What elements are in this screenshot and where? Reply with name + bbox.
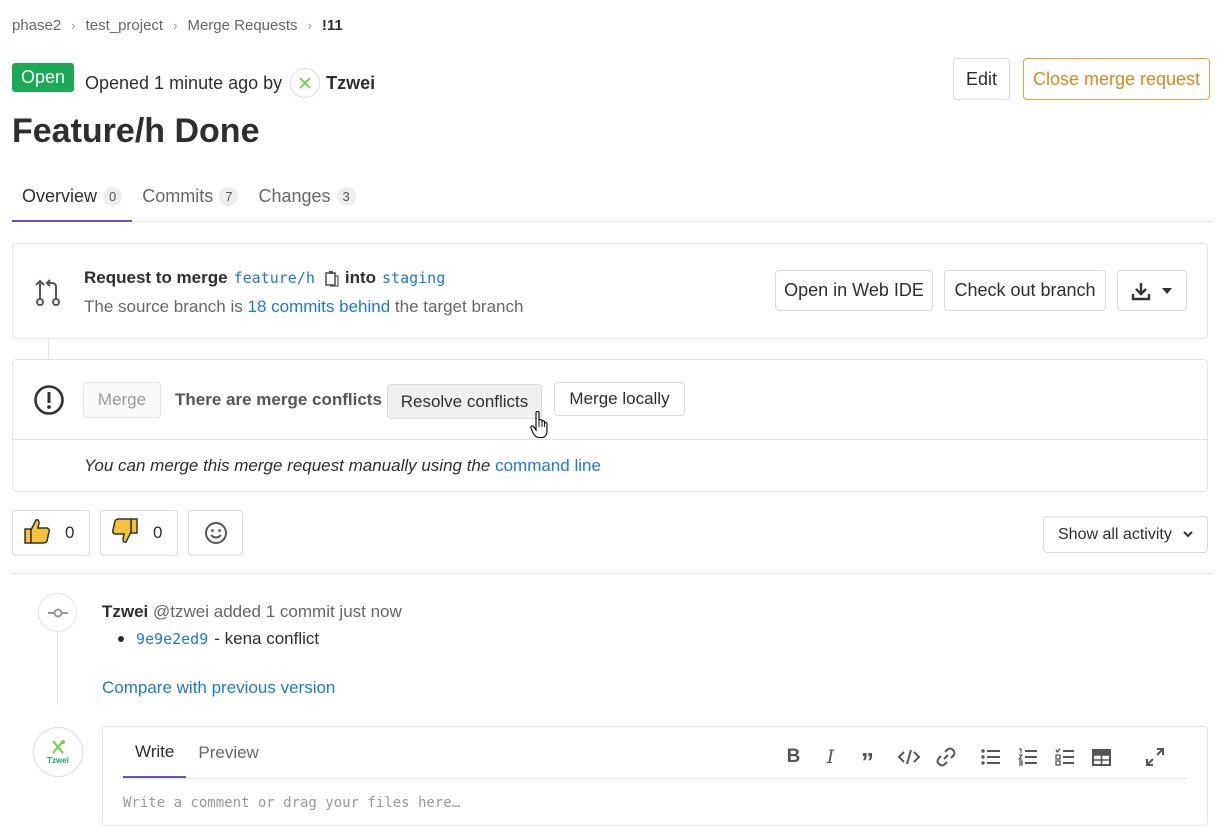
- tab-overview[interactable]: Overview 0: [12, 172, 133, 222]
- source-branch[interactable]: feature/h: [234, 269, 315, 287]
- command-line-link[interactable]: command line: [495, 456, 601, 475]
- breadcrumb-item-group[interactable]: phase2: [12, 17, 61, 34]
- chevron-down-icon: [1183, 531, 1193, 538]
- chevron-right-icon: ›: [307, 18, 312, 33]
- merge-request-icon: [35, 279, 60, 306]
- merge-request-page: phase2 › test_project › Merge Requests ›…: [0, 0, 1224, 826]
- numbered-list-icon[interactable]: [1009, 744, 1046, 770]
- avatar[interactable]: Tzwei: [33, 727, 83, 777]
- activity-filter-label: Show all activity: [1058, 525, 1172, 543]
- behind-line: The source branch is 18 commits behind t…: [84, 297, 523, 317]
- table-icon[interactable]: [1083, 744, 1120, 770]
- formatting-toolbar: B I ”: [775, 744, 1173, 775]
- status-badge: Open: [12, 63, 75, 92]
- list-item: 9e9e2ed9 - kena conflict: [118, 629, 319, 649]
- thumbs-up-award[interactable]: 0: [12, 510, 90, 556]
- mr-tabs: Overview 0 Commits 7 Changes 3: [12, 172, 1212, 222]
- resolve-conflicts-button[interactable]: Resolve conflicts: [387, 384, 542, 419]
- check-out-branch-button[interactable]: Check out branch: [944, 270, 1106, 311]
- tzwei-logo-icon: [299, 77, 311, 89]
- breadcrumb: phase2 › test_project › Merge Requests ›…: [12, 17, 343, 34]
- tab-label: Overview: [22, 185, 98, 206]
- page-title: Feature/h Done: [12, 112, 260, 150]
- tab-preview[interactable]: Preview: [186, 727, 270, 778]
- italic-icon[interactable]: I: [812, 744, 849, 770]
- code-icon[interactable]: [890, 744, 927, 770]
- open-web-ide-button[interactable]: Open in Web IDE: [775, 270, 933, 311]
- manual-merge-line: You can merge this merge request manuall…: [84, 456, 601, 476]
- breadcrumb-item-current[interactable]: !11: [322, 17, 343, 34]
- download-icon: [1131, 282, 1151, 300]
- compare-previous-version-link[interactable]: Compare with previous version: [102, 678, 335, 698]
- into-label: into: [344, 268, 377, 287]
- editor-tabs: Write Preview: [123, 727, 271, 778]
- comment-editor: Write Preview B I ” Write a comment or d…: [102, 726, 1208, 826]
- fullscreen-icon[interactable]: [1136, 744, 1173, 770]
- divider: [123, 778, 1187, 779]
- timeline-connector: [48, 339, 49, 359]
- commit-message: - kena conflict: [214, 629, 320, 648]
- bullet: [118, 636, 124, 642]
- edit-button[interactable]: Edit: [953, 58, 1010, 100]
- opened-text: Opened 1 minute ago by: [85, 72, 283, 93]
- commit-sha-link[interactable]: 9e9e2ed9: [136, 630, 208, 648]
- bold-icon[interactable]: B: [775, 744, 812, 770]
- merge-button[interactable]: Merge: [83, 382, 161, 418]
- divider: [12, 573, 1212, 574]
- merge-conflicts-text: There are merge conflicts: [175, 390, 382, 409]
- note-action: @tzwei added 1 commit just now: [153, 602, 402, 621]
- warning-circle-icon: [34, 385, 64, 415]
- chevron-right-icon: ›: [173, 18, 178, 33]
- timeline-line: [57, 630, 58, 705]
- download-dropdown-button[interactable]: [1117, 270, 1187, 311]
- task-list-icon[interactable]: [1046, 744, 1083, 770]
- activity-filter-dropdown[interactable]: Show all activity: [1043, 516, 1208, 553]
- link-icon[interactable]: [927, 744, 964, 770]
- author-avatar[interactable]: [290, 68, 321, 98]
- request-to-merge-line: Request to merge feature/h into staging: [84, 268, 451, 288]
- tab-count: 0: [103, 186, 123, 206]
- system-note-header: Tzwei @tzwei added 1 commit just now: [102, 602, 402, 622]
- breadcrumb-item-merge-requests[interactable]: Merge Requests: [187, 17, 297, 34]
- quote-icon[interactable]: ”: [849, 744, 886, 775]
- thumbs-down-count: 0: [153, 523, 163, 542]
- smiley-icon: [204, 522, 227, 544]
- request-label: Request to merge: [84, 268, 228, 287]
- tab-commits[interactable]: Commits 7: [132, 172, 248, 221]
- copy-icon[interactable]: [325, 270, 339, 287]
- note-author[interactable]: Tzwei: [102, 602, 148, 621]
- behind-suffix: the target branch: [394, 297, 524, 316]
- breadcrumb-item-project[interactable]: test_project: [86, 17, 164, 34]
- merge-source-box: Request to merge feature/h into staging …: [12, 243, 1208, 339]
- chevron-right-icon: ›: [71, 18, 76, 33]
- tab-label: Commits: [142, 186, 214, 206]
- tab-count: 7: [219, 187, 239, 206]
- divider: [13, 439, 1207, 440]
- tzwei-logo-icon: [52, 740, 65, 754]
- opened-line: Opened 1 minute ago by Tzwei: [85, 68, 375, 98]
- merge-locally-button[interactable]: Merge locally: [554, 382, 685, 416]
- behind-prefix: The source branch is: [84, 297, 243, 316]
- target-branch[interactable]: staging: [382, 269, 445, 287]
- close-merge-request-button[interactable]: Close merge request: [1023, 58, 1210, 100]
- thumbs-up-count: 0: [65, 523, 75, 542]
- commit-icon: [38, 593, 77, 632]
- author-name[interactable]: Tzwei: [326, 73, 375, 94]
- merge-widget: Merge There are merge conflicts Resolve …: [12, 359, 1208, 492]
- avatar-text: Tzwei: [47, 756, 69, 765]
- add-reaction-button[interactable]: [188, 510, 243, 556]
- commits-behind-link[interactable]: 18 commits behind: [247, 297, 390, 316]
- caret-down-icon: [1162, 287, 1172, 294]
- thumbs-down-icon: [111, 517, 139, 550]
- tab-count: 3: [336, 187, 356, 206]
- hand-pointer-icon: [530, 411, 548, 439]
- comment-textarea[interactable]: Write a comment or drag your files here…: [123, 795, 460, 811]
- thumbs-up-icon: [23, 517, 51, 550]
- bullet-list-icon[interactable]: [972, 744, 1009, 770]
- thumbs-down-award[interactable]: 0: [100, 510, 178, 556]
- tab-write[interactable]: Write: [123, 727, 187, 778]
- tab-label: Changes: [258, 186, 331, 206]
- manual-merge-text: You can merge this merge request manuall…: [84, 456, 491, 475]
- tab-changes[interactable]: Changes 3: [248, 172, 365, 221]
